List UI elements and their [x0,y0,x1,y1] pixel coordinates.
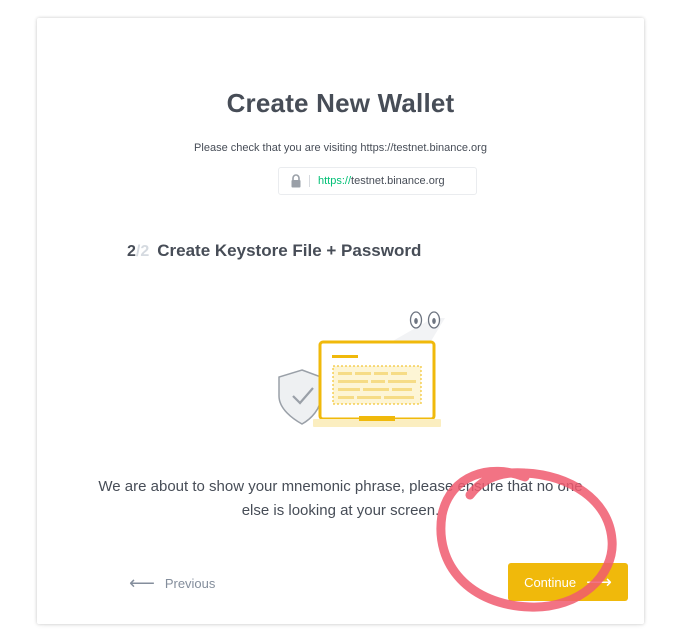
step-current: 2 [127,243,136,260]
lock-icon [290,174,302,188]
create-wallet-card: Create New Wallet Please check that you … [37,18,644,624]
url-divider [309,175,310,187]
phishing-notice: Please check that you are visiting https… [194,142,487,154]
arrow-right-icon: ⟶ [586,572,612,592]
arrow-left-icon: ⟵ [129,573,155,593]
url-check-box: https:// testnet.binance.org [278,167,477,195]
step-title: Create Keystore File + Password [157,241,422,260]
page-title: Create New Wallet [226,88,455,118]
step-header: 2 /2 Create Keystore File + Password [127,241,421,261]
url-scheme: https:// [318,175,352,187]
previous-label: Previous [164,575,216,591]
warning-message: We are about to show your mnemonic phras… [98,478,583,519]
laptop-icon [313,340,441,427]
previous-button[interactable]: ⟵ Previous [129,571,215,595]
screen-privacy-illustration [273,306,483,436]
url-host: testnet.binance.org [351,175,445,187]
continue-button[interactable]: Continue ⟶ [508,563,628,601]
continue-label: Continue [524,574,577,590]
shield-icon [278,369,322,425]
step-total: /2 [135,243,150,260]
